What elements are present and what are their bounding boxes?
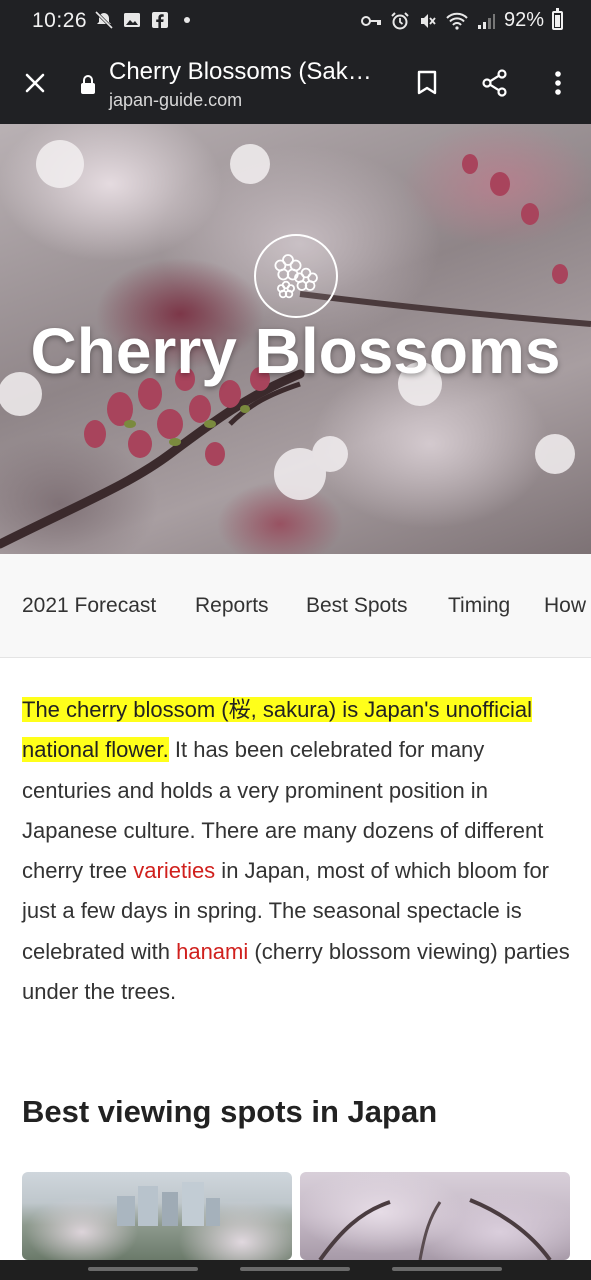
nav-item-reports[interactable]: Reports xyxy=(195,594,269,618)
battery-percent: 92% xyxy=(503,9,544,31)
spot-card-photo[interactable] xyxy=(300,1172,570,1260)
muted-notifications-icon xyxy=(94,10,114,30)
system-navigation-bar xyxy=(0,1260,591,1280)
dot-icon xyxy=(184,17,190,23)
status-notification-icons xyxy=(94,10,190,30)
hero-title: Cherry Blossoms xyxy=(30,315,561,387)
signal-icon xyxy=(477,13,495,29)
wifi-icon xyxy=(446,12,468,30)
vpn-key-icon xyxy=(360,15,381,26)
link-varieties[interactable]: varieties xyxy=(133,858,215,883)
status-bar: 10:26 92% xyxy=(0,0,591,42)
more-icon xyxy=(555,71,561,95)
nav-item-forecast[interactable]: 2021 Forecast xyxy=(22,594,156,618)
nav-segment[interactable] xyxy=(240,1267,350,1271)
close-icon xyxy=(25,73,45,93)
article-intro: The cherry blossom (桜, sakura) is Japan'… xyxy=(22,690,572,1012)
facebook-icon xyxy=(152,12,168,28)
more-options-button[interactable] xyxy=(541,66,575,100)
best-spots-heading: Best viewing spots in Japan xyxy=(22,1094,438,1129)
status-time: 10:26 xyxy=(32,9,88,32)
nav-segment[interactable] xyxy=(88,1267,198,1271)
alarm-icon xyxy=(391,11,409,29)
lock-icon[interactable] xyxy=(79,74,97,96)
sakura-emblem xyxy=(254,234,338,318)
nav-item-best-spots[interactable]: Best Spots xyxy=(306,594,408,618)
status-system-icons: 92% xyxy=(360,8,563,32)
hero-banner: Cherry Blossoms xyxy=(0,124,591,554)
city-buildings-photo xyxy=(117,1182,220,1226)
browser-toolbar: Cherry Blossoms (Sak… japan-guide.com xyxy=(0,42,591,124)
vibrate-mute-icon xyxy=(420,13,436,28)
blossom-trees-photo xyxy=(318,1198,552,1260)
share-button[interactable] xyxy=(478,66,512,100)
image-icon xyxy=(124,13,140,27)
share-icon xyxy=(482,69,507,97)
close-tab-button[interactable] xyxy=(18,66,52,100)
sakura-flower-icon xyxy=(274,254,318,299)
bookmark-button[interactable] xyxy=(410,66,444,100)
section-nav: 2021 Forecast Reports Best Spots Timing … xyxy=(0,554,591,658)
page-title: Cherry Blossoms (Sak… xyxy=(109,58,372,85)
battery-icon xyxy=(552,8,563,30)
spot-card-photo[interactable] xyxy=(22,1172,292,1260)
link-hanami[interactable]: hanami xyxy=(176,939,248,964)
nav-segment[interactable] xyxy=(392,1267,502,1271)
nav-item-timing[interactable]: Timing xyxy=(448,594,510,618)
bookmark-icon xyxy=(417,70,437,95)
page-url: japan-guide.com xyxy=(109,90,243,110)
nav-item-how[interactable]: How xyxy=(544,594,586,618)
